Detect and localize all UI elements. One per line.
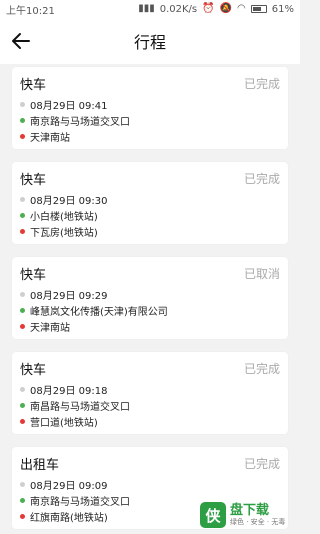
trip-time: 08月29日 09:41 <box>30 100 108 112</box>
trip-status: 已完成 <box>243 456 280 471</box>
trip-type: 出租车 <box>20 457 60 473</box>
watermark-logo-icon: 侠 <box>200 502 226 528</box>
trip-time: 08月29日 09:09 <box>30 480 108 492</box>
status-indicators: ▮▮▮ 0.02K/s ⏰ 🔕 ◠ 61% <box>138 4 294 15</box>
trip-card[interactable]: 快车 已完成 08月29日 09:18 南昌路与马场道交叉口 营口道(地铁站) <box>12 352 288 434</box>
trip-card[interactable]: 快车 已完成 08月29日 09:30 小白楼(地铁站) 下瓦房(地铁站) <box>12 162 288 244</box>
status-time: 上午10:21 <box>6 5 55 17</box>
trip-status: 已取消 <box>243 266 280 281</box>
mute-icon: 🔕 <box>219 3 233 14</box>
end-dot-icon <box>20 228 25 234</box>
time-dot-icon <box>20 291 25 297</box>
end-dot-icon <box>20 513 25 519</box>
trip-time: 08月29日 09:30 <box>30 195 108 207</box>
back-button[interactable] <box>6 26 36 56</box>
trip-type: 快车 <box>20 172 47 188</box>
trip-from: 小白楼(地铁站) <box>30 211 98 223</box>
trip-status: 已完成 <box>243 171 280 186</box>
alarm-icon: ⏰ <box>202 3 215 14</box>
status-bar: 上午10:21 ▮▮▮ 0.02K/s ⏰ 🔕 ◠ 61% <box>0 0 300 18</box>
signal-icon: ▮▮▮ <box>138 3 155 14</box>
network-speed: 0.02K/s <box>159 3 198 15</box>
trip-from: 南京路与马场道交叉口 <box>30 496 130 508</box>
trip-to: 下瓦房(地铁站) <box>30 227 98 239</box>
end-dot-icon <box>20 133 25 139</box>
battery-percent: 61% <box>271 3 294 15</box>
trip-from: 峰慧岚文化传播(天津)有限公司 <box>30 306 168 318</box>
start-dot-icon <box>20 307 25 313</box>
time-dot-icon <box>20 196 25 202</box>
wifi-icon: ◠ <box>237 3 246 14</box>
end-dot-icon <box>20 418 25 424</box>
trip-to: 天津南站 <box>30 322 70 334</box>
start-dot-icon <box>20 402 25 408</box>
watermark: 侠 盘下载 绿色 · 安全 · 无毒 <box>200 498 296 532</box>
trip-status: 已完成 <box>243 76 280 91</box>
back-arrow-icon <box>12 33 30 49</box>
trip-type: 快车 <box>20 77 47 93</box>
trip-from: 南京路与马场道交叉口 <box>30 116 130 128</box>
header: 行程 <box>0 18 300 64</box>
trip-from: 南昌路与马场道交叉口 <box>30 401 130 413</box>
trip-card[interactable]: 快车 已完成 08月29日 09:41 南京路与马场道交叉口 天津南站 <box>12 67 288 149</box>
trip-status: 已完成 <box>243 361 280 376</box>
start-dot-icon <box>20 497 25 503</box>
watermark-slogan: 绿色 · 安全 · 无毒 <box>230 518 286 526</box>
trip-type: 快车 <box>20 267 47 283</box>
trip-time: 08月29日 09:29 <box>30 290 108 302</box>
time-dot-icon <box>20 386 25 392</box>
trip-list: 快车 已完成 08月29日 09:41 南京路与马场道交叉口 天津南站 快车 已… <box>0 64 300 529</box>
trip-card[interactable]: 快车 已取消 08月29日 09:29 峰慧岚文化传播(天津)有限公司 天津南站 <box>12 257 288 339</box>
trip-type: 快车 <box>20 362 47 378</box>
start-dot-icon <box>20 117 25 123</box>
time-dot-icon <box>20 101 25 107</box>
trip-to: 营口道(地铁站) <box>30 417 98 429</box>
watermark-name: 盘下载 <box>230 503 270 518</box>
page-title: 行程 <box>133 33 166 52</box>
start-dot-icon <box>20 212 25 218</box>
trip-to: 天津南站 <box>30 132 70 144</box>
battery-icon <box>250 5 267 13</box>
trip-time: 08月29日 09:18 <box>30 385 108 397</box>
trip-to: 红旗南路(地铁站) <box>30 512 108 524</box>
end-dot-icon <box>20 323 25 329</box>
time-dot-icon <box>20 481 25 487</box>
